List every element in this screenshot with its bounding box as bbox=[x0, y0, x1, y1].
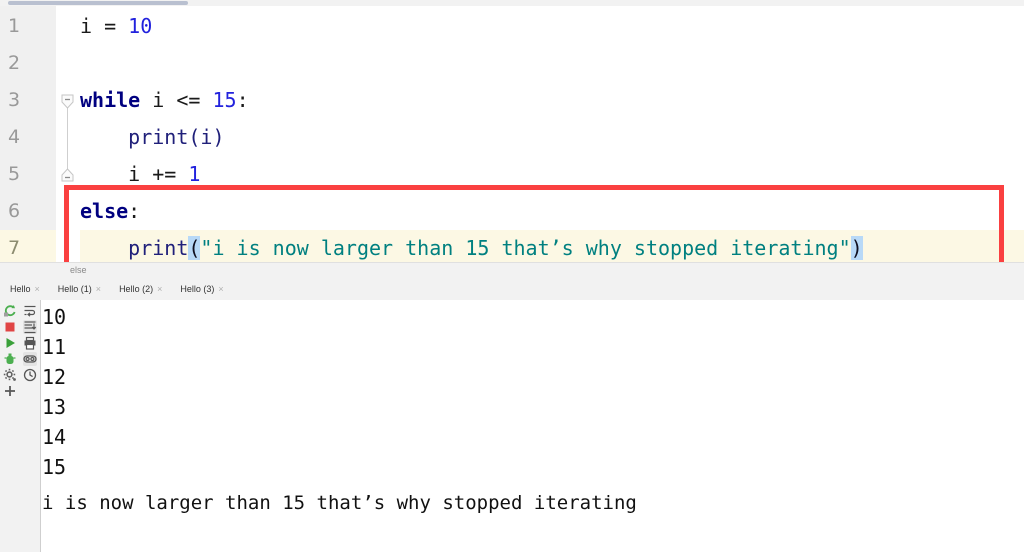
token-kw: else bbox=[80, 199, 129, 223]
console-output-final-line: i is now larger than 15 that’s why stopp… bbox=[42, 492, 637, 514]
token-plain: i += bbox=[80, 162, 189, 186]
fold-end-icon[interactable] bbox=[60, 167, 75, 183]
console-tab-label: Hello (1) bbox=[57, 284, 92, 294]
close-icon[interactable]: × bbox=[218, 284, 223, 294]
run-icon[interactable] bbox=[3, 336, 17, 350]
line-number-gutter[interactable]: 1234567 bbox=[0, 6, 57, 267]
token-kw: while bbox=[80, 88, 141, 112]
debug-icon[interactable] bbox=[3, 352, 17, 366]
code-line-2[interactable] bbox=[80, 45, 1024, 82]
line-number-5[interactable]: 5 bbox=[0, 156, 42, 193]
token-fn: print bbox=[80, 236, 189, 260]
run-console[interactable]: 10 11 12 13 14 15 i is now larger than 15 that… bbox=[0, 300, 1024, 552]
line-number-1[interactable]: 1 bbox=[0, 8, 42, 45]
console-toolbar-secondary[interactable] bbox=[20, 300, 41, 552]
token-plain: : bbox=[236, 88, 249, 112]
token-num: 15 bbox=[212, 88, 237, 112]
print-icon[interactable] bbox=[23, 336, 37, 350]
token-plain: i <= bbox=[140, 88, 213, 112]
code-line-1[interactable]: i = 10 bbox=[80, 8, 1024, 45]
token-num: 1 bbox=[188, 162, 201, 186]
console-output-line: 13 bbox=[42, 395, 67, 419]
code-line-6[interactable]: else: bbox=[80, 193, 1024, 230]
console-output: 10 11 12 13 14 15 i is now larger than 15 that… bbox=[40, 300, 1024, 552]
code-line-3[interactable]: while i <= 15: bbox=[80, 82, 1024, 119]
run-tool-window-tab-bar[interactable]: Hello × Hello (1) × Hello (2) × Hello (3) × bbox=[0, 279, 1024, 302]
code-editor[interactable]: 1234567 i = 10 while i <= 15: print(i) i … bbox=[0, 6, 1024, 267]
token-str: "i is now larger than 15 that’s why stop… bbox=[200, 236, 851, 260]
token-fn: print(i) bbox=[80, 125, 225, 149]
fold-region-line bbox=[67, 100, 68, 175]
console-tab-1[interactable]: Hello (1) × bbox=[58, 281, 101, 300]
history-icon[interactable] bbox=[23, 368, 37, 382]
plus-icon[interactable] bbox=[3, 384, 17, 398]
use-console-icon[interactable] bbox=[23, 352, 37, 366]
code-text-area[interactable]: i = 10 while i <= 15: print(i) i += 1 else… bbox=[80, 6, 1024, 267]
scroll-to-end-icon[interactable] bbox=[23, 320, 37, 334]
breadcrumb[interactable]: else bbox=[70, 265, 87, 275]
close-icon[interactable]: × bbox=[157, 284, 162, 294]
console-tab-0[interactable]: Hello × bbox=[10, 281, 40, 300]
line-number-4[interactable]: 4 bbox=[0, 119, 42, 156]
console-output-line: 11 bbox=[42, 335, 67, 359]
rerun-icon[interactable] bbox=[3, 304, 17, 318]
console-tab-2[interactable]: Hello (2) × bbox=[119, 281, 162, 300]
console-output-line: 10 bbox=[42, 305, 67, 329]
stop-icon[interactable] bbox=[3, 320, 17, 334]
console-toolbar-primary[interactable] bbox=[0, 300, 21, 552]
close-icon[interactable]: × bbox=[96, 284, 101, 294]
editor-horizontal-scrollbar-thumb[interactable] bbox=[8, 1, 188, 5]
token-brkt: ) bbox=[850, 236, 863, 260]
soft-wrap-icon[interactable] bbox=[23, 304, 37, 318]
line-number-3[interactable]: 3 bbox=[0, 82, 42, 119]
code-folding-strip[interactable] bbox=[56, 6, 80, 262]
console-tab-3[interactable]: Hello (3) × bbox=[180, 281, 224, 302]
token-brkt: ( bbox=[188, 236, 201, 260]
console-output-line: 12 bbox=[42, 365, 67, 389]
token-num: 10 bbox=[128, 14, 153, 38]
fold-collapse-icon[interactable] bbox=[60, 94, 75, 109]
settings-icon[interactable] bbox=[3, 368, 17, 382]
console-output-line: 14 bbox=[42, 425, 67, 449]
token-plain: : bbox=[128, 199, 141, 223]
token-plain: i = bbox=[80, 14, 129, 38]
code-line-4[interactable]: print(i) bbox=[80, 119, 1024, 156]
console-tab-label: Hello (2) bbox=[119, 284, 154, 294]
line-number-6[interactable]: 6 bbox=[0, 193, 42, 230]
breadcrumb-bar: else bbox=[0, 262, 1024, 280]
code-line-5[interactable]: i += 1 bbox=[80, 156, 1024, 193]
console-tab-label: Hello bbox=[10, 284, 31, 294]
line-number-2[interactable]: 2 bbox=[0, 45, 42, 82]
console-tab-label: Hello (3) bbox=[180, 284, 215, 294]
console-output-line: 15 bbox=[42, 455, 67, 479]
close-icon[interactable]: × bbox=[35, 284, 40, 294]
